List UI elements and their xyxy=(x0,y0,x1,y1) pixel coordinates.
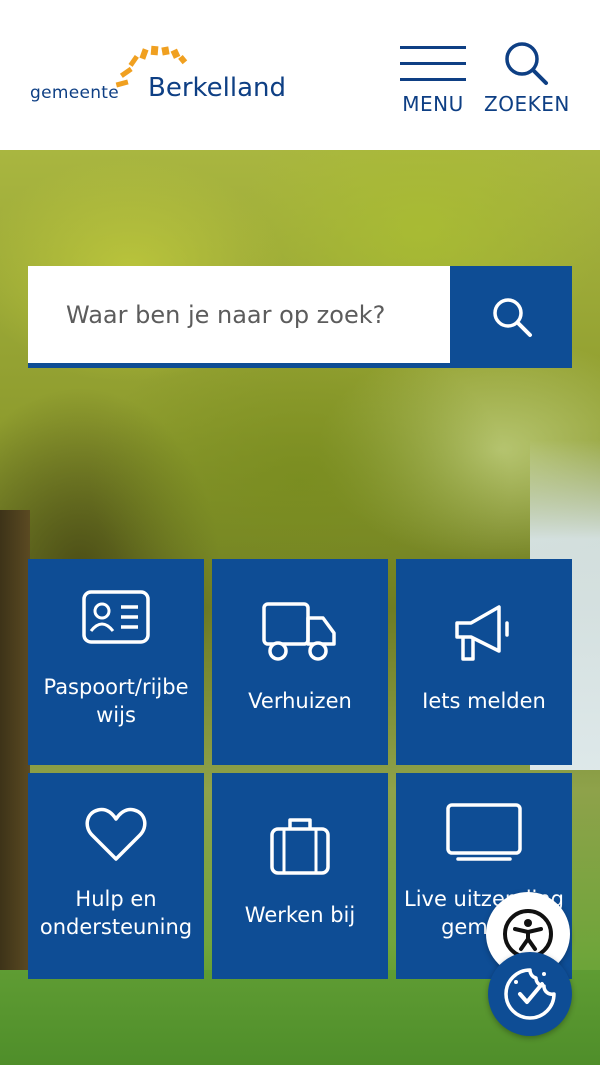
logo-word-gemeente: gemeente xyxy=(30,83,120,103)
id-card-icon xyxy=(82,590,150,644)
tile-label: Paspoort/rijbe wijs xyxy=(43,675,189,727)
tile-iets-melden[interactable]: Iets melden xyxy=(396,559,572,765)
search-form xyxy=(28,266,572,368)
cookie-check-icon xyxy=(504,968,556,1020)
tile-hulp[interactable]: Hulp en ondersteuning xyxy=(28,773,204,979)
cookie-settings-button[interactable] xyxy=(488,952,572,1036)
truck-icon xyxy=(262,602,336,661)
search-icon xyxy=(493,298,532,337)
logo-word-berkelland: Berkelland xyxy=(148,73,287,103)
logo[interactable]: gemeente Berkelland xyxy=(28,45,288,115)
tile-paspoort[interactable]: Paspoort/rijbe wijs xyxy=(28,559,204,765)
search-input[interactable] xyxy=(28,266,450,363)
tile-werken-bij[interactable]: Werken bij xyxy=(212,773,388,979)
header-search-button[interactable]: ZOEKEN xyxy=(484,40,570,120)
search-label: ZOEKEN xyxy=(484,92,570,116)
search-icon xyxy=(505,42,548,85)
heart-icon xyxy=(85,807,147,861)
briefcase-icon xyxy=(270,818,330,875)
menu-label: MENU xyxy=(402,92,464,116)
tile-verhuizen[interactable]: Verhuizen xyxy=(212,559,388,765)
tile-label: Hulp en ondersteuning xyxy=(39,887,193,939)
tile-label: Werken bij xyxy=(244,903,356,927)
tile-label: Iets melden xyxy=(422,689,546,713)
search-submit-button[interactable] xyxy=(450,266,572,363)
site-header: gemeente Berkelland MENU ZOEKEN xyxy=(0,0,600,150)
tile-label: Verhuizen xyxy=(248,689,352,713)
megaphone-icon xyxy=(455,605,509,661)
menu-button[interactable]: MENU xyxy=(398,44,468,120)
monitor-icon xyxy=(446,803,522,861)
hamburger-icon xyxy=(400,46,466,94)
